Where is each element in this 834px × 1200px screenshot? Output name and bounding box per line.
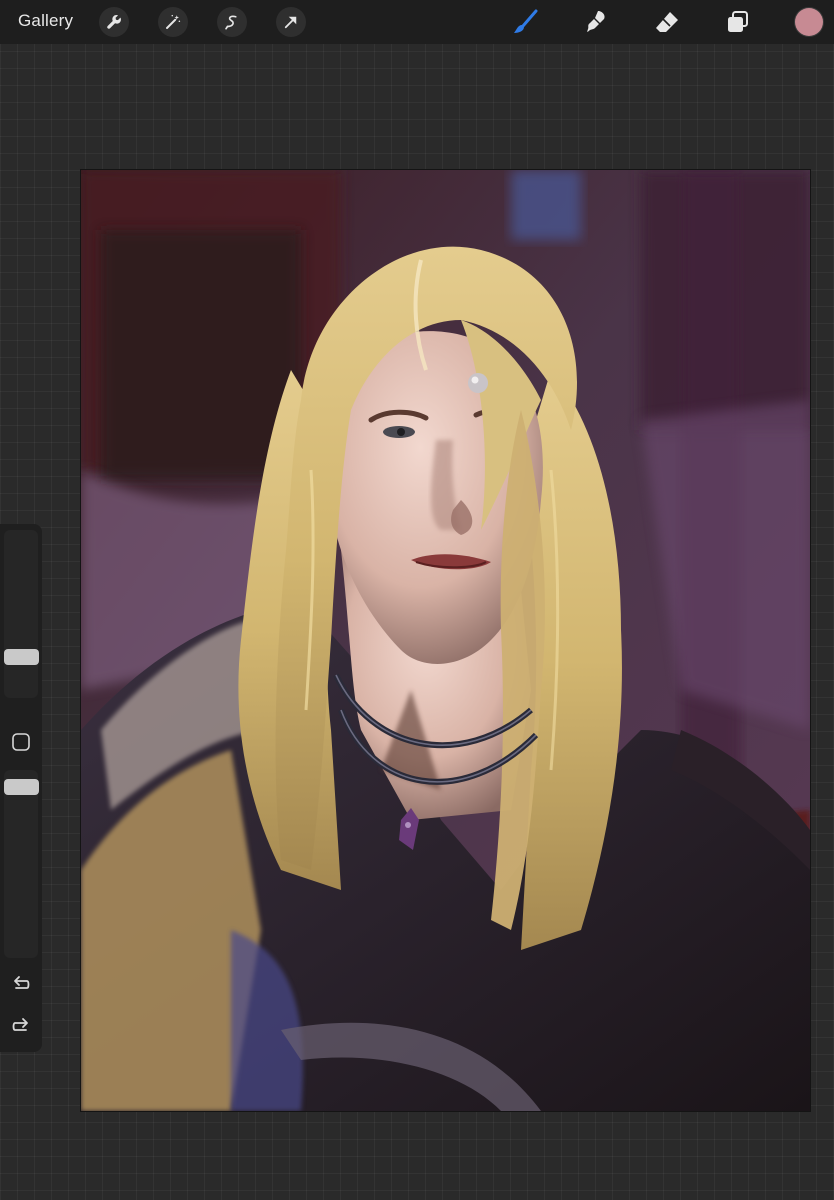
undo-icon (14, 976, 30, 989)
redo-icon (12, 1018, 28, 1031)
wrench-icon (107, 15, 121, 29)
opacity-slider-thumb[interactable] (4, 778, 39, 795)
undo-button[interactable] (10, 972, 32, 994)
transform-arrow-icon (284, 16, 297, 29)
color-picker-button[interactable] (795, 8, 823, 36)
modify-square-icon (12, 733, 30, 751)
smudge-tool-button[interactable] (582, 8, 610, 36)
gallery-button[interactable]: Gallery (18, 11, 73, 31)
redo-button[interactable] (10, 1014, 32, 1036)
brush-tool-button[interactable] (511, 8, 539, 36)
smudge-icon (587, 11, 605, 32)
magic-wand-icon (166, 14, 181, 29)
canvas[interactable] (81, 170, 810, 1111)
top-toolbar: Gallery (0, 0, 834, 44)
painted-portrait (81, 170, 810, 1111)
transform-button[interactable] (276, 7, 306, 37)
layers-button[interactable] (724, 8, 752, 36)
layers-icon (728, 11, 748, 32)
eraser-tool-button[interactable] (653, 8, 681, 36)
brush-size-slider[interactable] (4, 530, 38, 698)
modify-button[interactable] (11, 732, 31, 752)
actions-button[interactable] (99, 7, 129, 37)
brush-size-slider-thumb[interactable] (4, 648, 39, 665)
opacity-slider[interactable] (4, 770, 38, 958)
brush-icon (514, 9, 538, 33)
adjustments-button[interactable] (158, 7, 188, 37)
selection-icon (225, 15, 237, 30)
selection-button[interactable] (217, 7, 247, 37)
left-sidebar (0, 524, 42, 1052)
eraser-icon (656, 12, 678, 32)
